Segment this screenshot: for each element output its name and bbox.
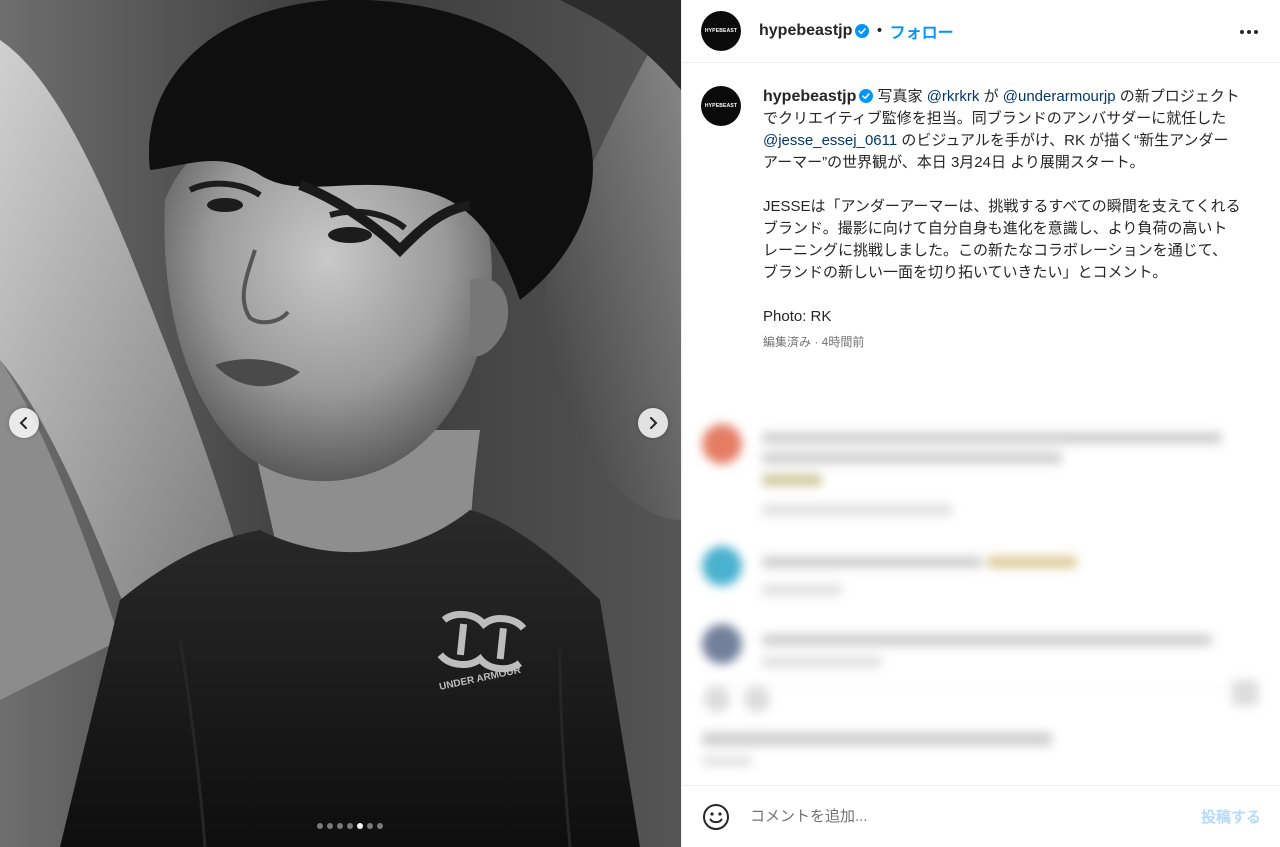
- post-header: HYPEBEAST hypebeastjp • フォロー: [682, 0, 1280, 63]
- bookmark-icon: [1232, 680, 1258, 706]
- comment-text-blur: [762, 432, 1222, 444]
- more-horizontal-icon: [1240, 30, 1258, 34]
- follow-button[interactable]: フォロー: [890, 19, 954, 43]
- post-photo: UNDER ARMOUR: [0, 0, 681, 847]
- comment-text-blur: [762, 656, 882, 668]
- avatar-logo-text: HYPEBEAST: [704, 103, 738, 109]
- chevron-left-icon: [19, 417, 27, 429]
- chevron-right-icon: [650, 417, 658, 429]
- carousel-dot: [316, 823, 323, 829]
- caption-text: 写真家: [873, 88, 927, 105]
- carousel-indicator: [0, 823, 681, 829]
- comment-text-blur: [762, 504, 952, 516]
- mention-link[interactable]: @underarmourjp: [1003, 88, 1116, 105]
- carousel-dot: [376, 823, 383, 829]
- caption-paragraph-2: JESSEは「アンダーアーマーは、挑戦するすべての瞬間を支えてくれるブランド。撮…: [763, 198, 1241, 281]
- comment-avatar: [702, 424, 742, 464]
- comment-text-blur: [762, 452, 1062, 464]
- header-separator: •: [875, 23, 884, 39]
- comment-avatar: [702, 546, 742, 586]
- carousel-prev-button[interactable]: [9, 408, 39, 438]
- comment-text-blur: [987, 556, 1077, 568]
- carousel-dot: [326, 823, 333, 829]
- caption-avatar[interactable]: HYPEBEAST: [701, 86, 741, 126]
- verified-badge-icon: [855, 24, 870, 38]
- post-comment-button[interactable]: 投稿する: [1201, 806, 1261, 827]
- carousel-next-button[interactable]: [638, 408, 668, 438]
- comment-avatar: [702, 624, 742, 664]
- like-icon: [704, 686, 730, 712]
- caption-body: hypebeastjp 写真家 @rkrkrk が @underarmourjp…: [763, 86, 1241, 350]
- mention-link[interactable]: @rkrkrk: [927, 88, 980, 105]
- post-side-panel: HYPEBEAST hypebeastjp • フォロー HYPEBEAST h…: [681, 0, 1280, 847]
- avatar-logo-text: HYPEBEAST: [704, 28, 738, 34]
- comment-text-blur: [762, 474, 822, 486]
- avatar[interactable]: HYPEBEAST: [701, 11, 741, 51]
- comment-input[interactable]: [750, 808, 1201, 825]
- carousel-dot: [346, 823, 353, 829]
- carousel-dot: [356, 823, 363, 829]
- comment-bar: 投稿する: [682, 785, 1280, 847]
- verified-badge-icon: [859, 89, 874, 103]
- comment-text-blur: [762, 584, 842, 596]
- blurred-comments: [682, 410, 1280, 780]
- caption-paragraph-3: Photo: RK: [763, 308, 832, 325]
- comment-icon: [744, 686, 770, 712]
- more-options-button[interactable]: [1237, 20, 1261, 44]
- date-text-blur: [702, 756, 752, 766]
- carousel-dot: [366, 823, 373, 829]
- caption-text: が: [979, 88, 1003, 105]
- comment-text-blur: [762, 634, 1212, 646]
- comment-text-blur: [762, 556, 982, 568]
- divider: [702, 686, 1262, 687]
- smiley-icon[interactable]: [702, 803, 730, 831]
- likes-text-blur: [702, 732, 1052, 746]
- caption-meta: 編集済み · 4時間前: [763, 335, 865, 349]
- instagram-post-modal: UNDER ARMOUR HYPEBEAST hypebeastjp • フォロ…: [0, 0, 1280, 847]
- header-username[interactable]: hypebeastjp: [759, 22, 852, 40]
- post-caption: HYPEBEAST hypebeastjp 写真家 @rkrkrk が @und…: [701, 86, 1261, 350]
- carousel-dot: [336, 823, 343, 829]
- mention-link[interactable]: @jesse_essej_0611: [763, 132, 897, 149]
- caption-paragraph-1: hypebeastjp 写真家 @rkrkrk が @underarmourjp…: [763, 86, 1241, 174]
- caption-username[interactable]: hypebeastjp: [763, 88, 856, 105]
- post-media: UNDER ARMOUR: [0, 0, 681, 847]
